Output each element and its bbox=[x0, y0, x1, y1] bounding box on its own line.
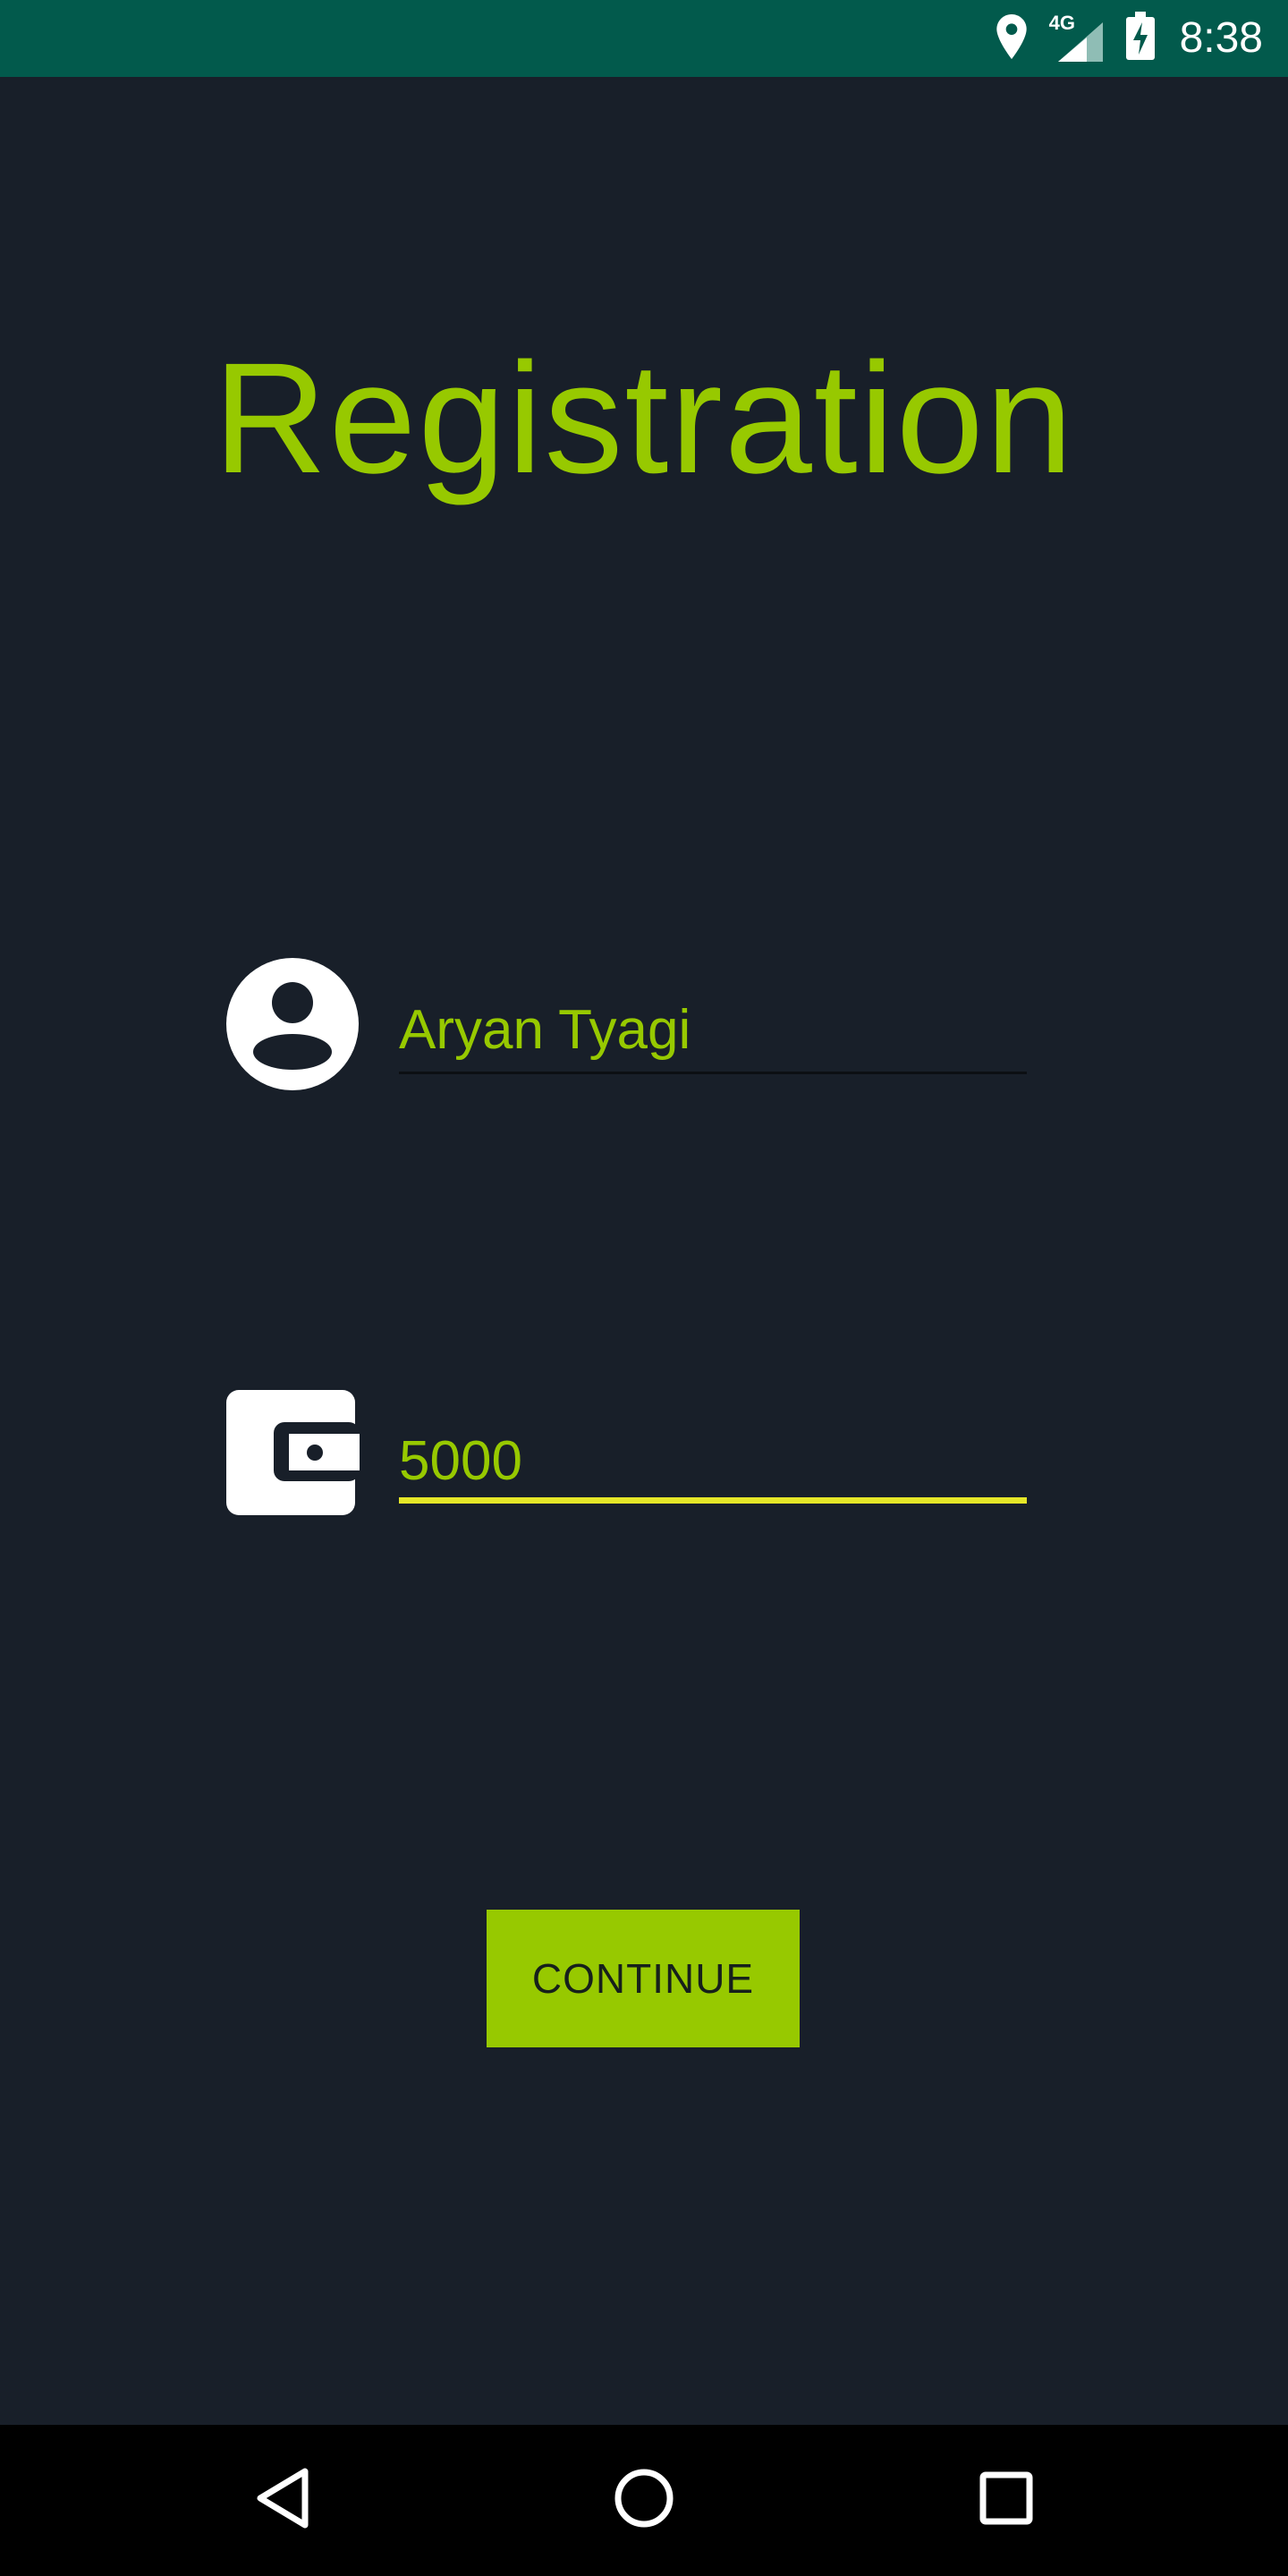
battery-charging-icon bbox=[1124, 11, 1157, 66]
name-field-row bbox=[225, 957, 1027, 1091]
page-title: Registration bbox=[213, 331, 1075, 506]
signal-icon: 4G bbox=[1049, 12, 1105, 64]
status-time: 8:38 bbox=[1179, 14, 1263, 62]
home-icon bbox=[614, 2468, 674, 2533]
recents-icon bbox=[979, 2470, 1034, 2530]
back-button[interactable] bbox=[193, 2425, 372, 2576]
wallet-icon bbox=[225, 1386, 360, 1521]
continue-button[interactable]: CONTINUE bbox=[487, 1910, 800, 2047]
amount-input-underline bbox=[399, 1497, 1027, 1504]
amount-input[interactable] bbox=[399, 1429, 1027, 1493]
home-button[interactable] bbox=[555, 2425, 733, 2576]
status-icons: 4G 8:38 bbox=[994, 0, 1263, 77]
name-input-underline bbox=[399, 1072, 1027, 1074]
recents-button[interactable] bbox=[917, 2425, 1096, 2576]
amount-field-row bbox=[225, 1386, 1027, 1521]
location-icon bbox=[994, 13, 1030, 65]
account-circle-icon bbox=[225, 957, 360, 1091]
registration-screen: 4G 8:38 Registration Aryan Tyagi 5000 CO… bbox=[0, 0, 1288, 2576]
status-bar: 4G 8:38 bbox=[0, 0, 1288, 77]
back-icon bbox=[253, 2466, 312, 2535]
navigation-bar bbox=[0, 2425, 1288, 2576]
name-input[interactable] bbox=[399, 998, 1027, 1062]
